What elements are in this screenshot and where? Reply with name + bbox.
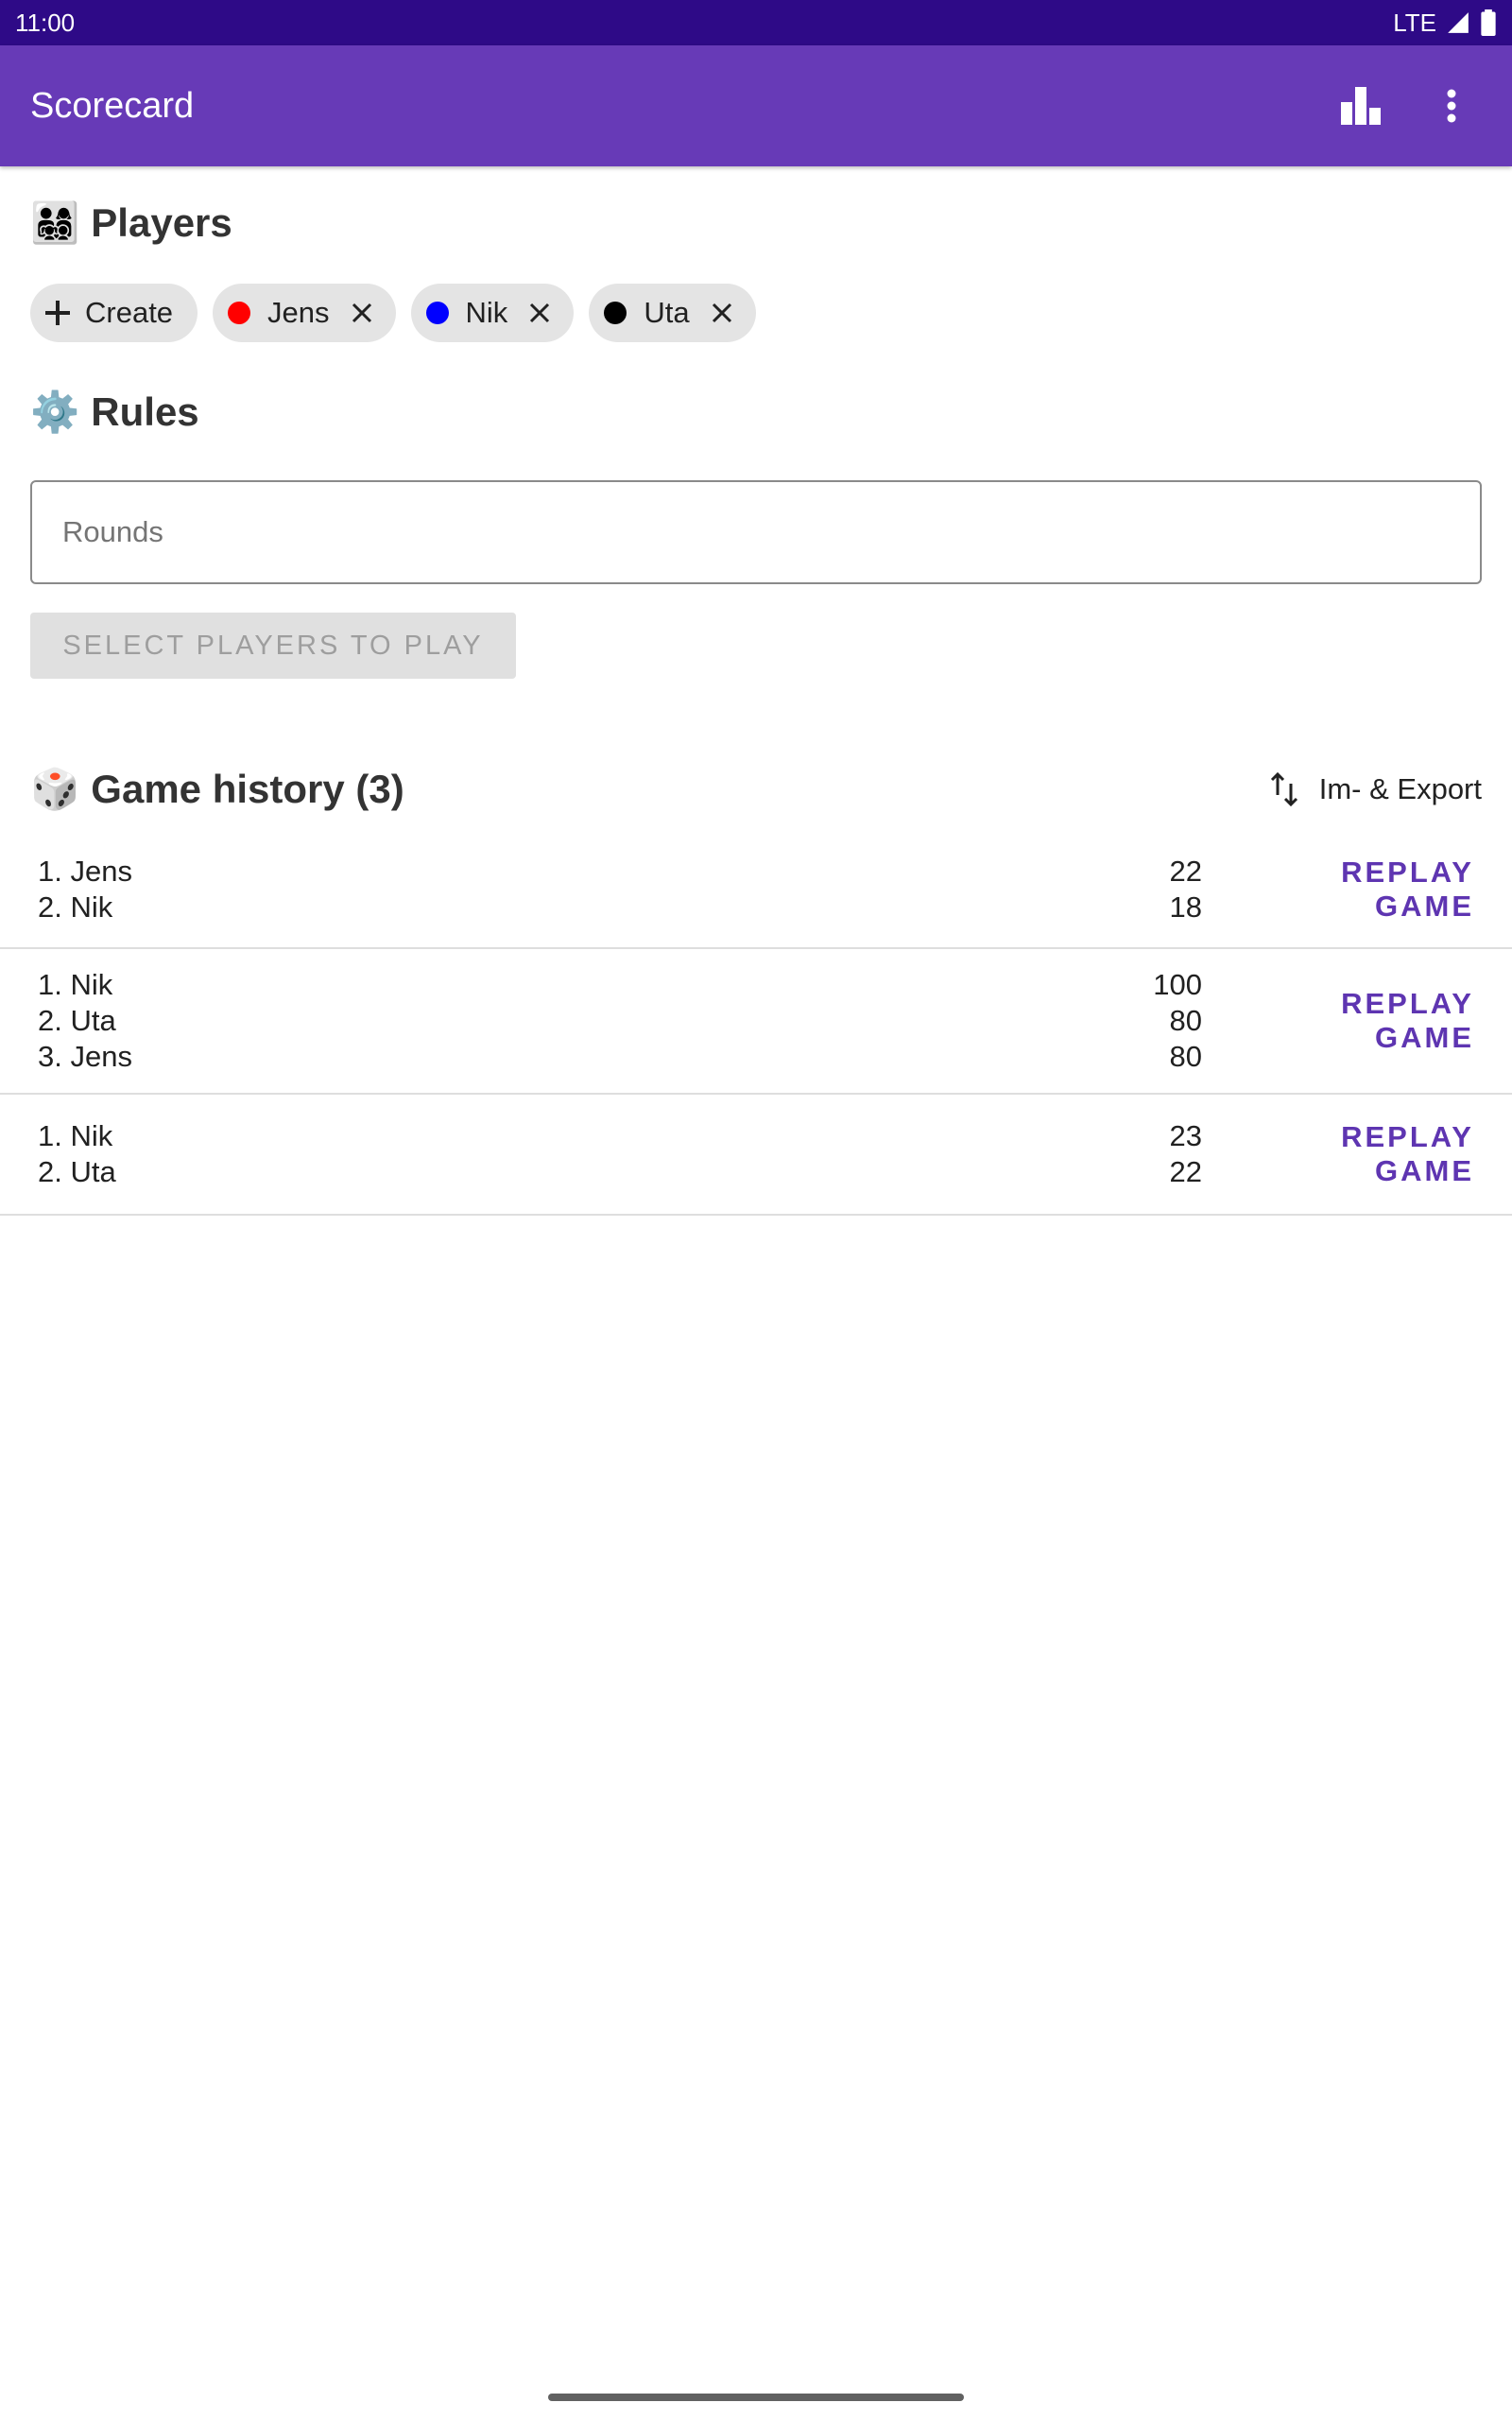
dice-emoji-icon: 🎲: [30, 767, 80, 811]
score-entry: 18: [1169, 890, 1202, 924]
score-entry: 22: [1169, 855, 1202, 888]
player-chip-jens[interactable]: Jens: [213, 284, 396, 342]
game-rankings: 1. Jens 2. Nik: [38, 854, 1089, 925]
family-emoji-icon: 👨‍👩‍👧‍👦: [30, 200, 80, 245]
import-export-label: Im- & Export: [1318, 772, 1482, 805]
ranking-entry: 2. Uta: [38, 1004, 116, 1037]
ranking-entry: 1. Nik: [38, 968, 113, 1001]
player-chips: Create Jens Nik Uta: [30, 284, 756, 342]
ranking-entry: 1. Nik: [38, 1119, 113, 1152]
close-icon: [352, 302, 371, 323]
status-bar: 11:00 LTE: [0, 0, 1512, 45]
statistics-button[interactable]: [1331, 76, 1391, 136]
game-scores: 22 18: [1089, 854, 1202, 925]
close-icon: [530, 302, 550, 323]
plus-icon: [45, 301, 70, 325]
status-icons: LTE: [1393, 9, 1497, 38]
create-player-chip[interactable]: Create: [30, 284, 198, 342]
swap-vert-icon: [1270, 772, 1297, 806]
player-color-dot: [604, 302, 627, 324]
close-icon: [712, 302, 731, 323]
score-entry: 80: [1169, 1040, 1202, 1073]
game-scores: 100 80 80: [1089, 967, 1202, 1075]
game-history-row: 1. Nik 2. Uta 3. Jens 100 80 80 REPLAY G…: [0, 949, 1512, 1095]
remove-player-button[interactable]: [347, 298, 377, 328]
score-entry: 80: [1169, 1004, 1202, 1037]
player-chip-nik[interactable]: Nik: [410, 284, 575, 342]
signal-icon: [1448, 12, 1469, 33]
navigation-handle[interactable]: [548, 2394, 964, 2401]
players-heading: 👨‍👩‍👧‍👦 Players: [30, 200, 232, 246]
score-entry: 23: [1169, 1119, 1202, 1152]
status-time: 11:00: [15, 8, 76, 37]
player-color-dot: [425, 302, 449, 324]
replay-game-button[interactable]: REPLAY GAME: [1247, 848, 1474, 931]
app-actions: [1331, 76, 1482, 136]
score-entry: 100: [1153, 968, 1202, 1001]
player-name: Uta: [644, 296, 690, 329]
network-type: LTE: [1393, 8, 1436, 37]
game-history-row: 1. Nik 2. Uta 23 22 REPLAY GAME: [0, 1095, 1512, 1216]
battery-icon: [1481, 9, 1496, 36]
player-name: Nik: [465, 296, 508, 329]
players-title: Players: [91, 200, 232, 245]
ranking-entry: 2. Nik: [38, 890, 113, 924]
ranking-entry: 1. Jens: [38, 855, 132, 888]
more-vert-icon: [1447, 89, 1456, 123]
replay-game-button[interactable]: REPLAY GAME: [1247, 979, 1474, 1063]
rules-heading: ⚙️ Rules: [30, 389, 199, 435]
select-players-button[interactable]: SELECT PLAYERS TO PLAY: [30, 613, 516, 679]
create-label: Create: [85, 296, 174, 329]
replay-game-button[interactable]: REPLAY GAME: [1247, 1113, 1474, 1196]
rounds-field[interactable]: [30, 480, 1482, 584]
game-history-row: 1. Jens 2. Nik 22 18 REPLAY GAME: [0, 832, 1512, 949]
game-rankings: 1. Nik 2. Uta: [38, 1118, 1089, 1190]
app-bar: Scorecard: [0, 45, 1512, 166]
rules-title: Rules: [91, 389, 199, 434]
game-rankings: 1. Nik 2. Uta 3. Jens: [38, 967, 1089, 1075]
app-title: Scorecard: [30, 85, 195, 126]
score-entry: 22: [1169, 1155, 1202, 1188]
remove-player-button[interactable]: [524, 298, 555, 328]
game-history-list: 1. Jens 2. Nik 22 18 REPLAY GAME 1. Nik …: [0, 832, 1512, 1216]
ranking-entry: 3. Jens: [38, 1040, 132, 1073]
player-chip-uta[interactable]: Uta: [589, 284, 756, 342]
game-scores: 23 22: [1089, 1118, 1202, 1190]
player-name: Jens: [267, 296, 330, 329]
import-export-button[interactable]: Im- & Export: [1270, 772, 1482, 806]
history-title: Game history (3): [91, 767, 404, 811]
history-heading: 🎲 Game history (3): [30, 767, 404, 812]
overflow-menu-button[interactable]: [1421, 76, 1482, 136]
remove-player-button[interactable]: [707, 298, 737, 328]
bar-chart-icon: [1341, 87, 1381, 125]
history-header: 🎲 Game history (3) Im- & Export: [30, 747, 1482, 832]
rounds-input[interactable]: [62, 515, 1450, 549]
ranking-entry: 2. Uta: [38, 1155, 116, 1188]
player-color-dot: [228, 302, 251, 324]
gear-emoji-icon: ⚙️: [30, 389, 80, 434]
